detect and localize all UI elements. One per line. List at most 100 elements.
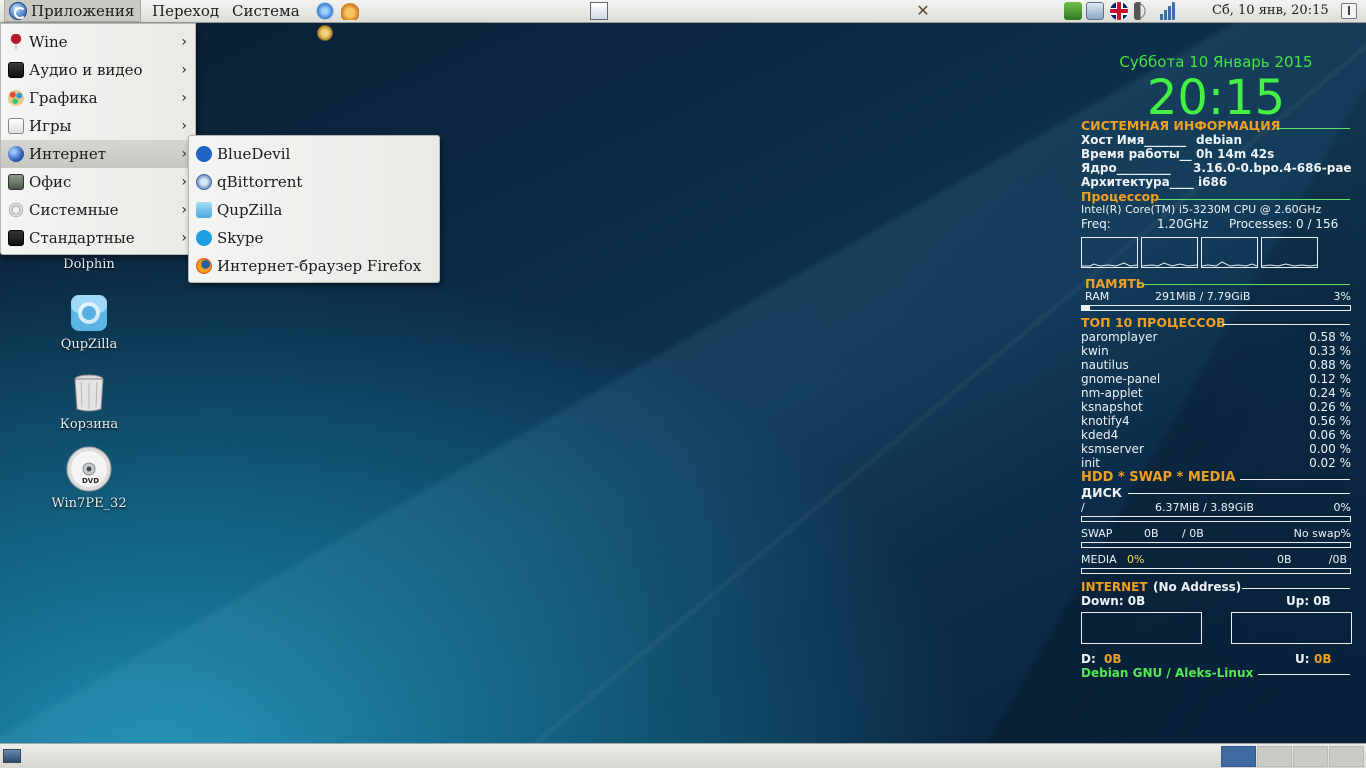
process-row: kwin 0.33 % <box>1081 344 1351 358</box>
network-launcher-icon[interactable] <box>316 2 334 20</box>
system-icon <box>8 202 24 218</box>
chevron-right-icon: › <box>181 146 187 162</box>
system-menu[interactable]: Система <box>226 0 306 22</box>
media-usage-bar <box>1081 568 1351 574</box>
cpu-core-graph <box>1081 237 1138 268</box>
menu-item-office[interactable]: Офис › <box>1 168 195 196</box>
freq-value: 1.20GHz <box>1157 217 1209 231</box>
submenu-item-qupzilla[interactable]: QupZilla <box>189 196 439 224</box>
applications-dropdown: Wine › Аудио и видео › Графика › Игры › … <box>0 23 196 255</box>
menu-item-label: Wine <box>29 33 68 51</box>
process-row: paromplayer 0.58 % <box>1081 330 1351 344</box>
process-name: ksmserver <box>1081 442 1144 456</box>
shutdown-icon[interactable] <box>1341 3 1357 19</box>
process-name: paromplayer <box>1081 330 1158 344</box>
menu-item-wine[interactable]: Wine › <box>1 28 195 56</box>
applications-menu-label: Приложения <box>31 2 135 20</box>
svg-text:DVD: DVD <box>82 477 99 485</box>
menu-item-graphics[interactable]: Графика › <box>1 84 195 112</box>
ram-percent: 3% <box>1333 290 1351 303</box>
storage-title: HDD * SWAP * MEDIA <box>1081 470 1236 485</box>
process-cpu: 0.12 % <box>1309 372 1351 386</box>
menu-item-label: Стандартные <box>29 229 135 247</box>
swap-status: No swap% <box>1293 527 1351 540</box>
network-manager-icon[interactable] <box>1086 2 1104 20</box>
process-row: init 0.02 % <box>1081 456 1351 470</box>
network-total-row: D: 0B U: 0B <box>1081 652 1351 666</box>
menu-item-accessories[interactable]: Стандартные › <box>1 224 195 252</box>
dvd-icon: DVD <box>66 446 112 492</box>
applications-menu[interactable]: Приложения <box>4 0 142 22</box>
volume-icon[interactable] <box>1134 2 1152 20</box>
process-cpu: 0.56 % <box>1309 414 1351 428</box>
swap-label: SWAP <box>1081 527 1113 540</box>
uptime-label: Время работы__ <box>1081 147 1192 161</box>
memory-divider <box>1142 284 1350 285</box>
process-cpu: 0.88 % <box>1309 358 1351 372</box>
cpu-core-graph <box>1201 237 1258 268</box>
show-desktop-button-icon[interactable] <box>3 749 21 763</box>
desktop-icon-qupzilla[interactable]: QupZilla <box>44 293 134 353</box>
root-label: / <box>1081 501 1085 514</box>
conky-footer: Debian GNU / Aleks-Linux <box>1081 666 1254 680</box>
menu-item-label: Аудио и видео <box>29 61 143 79</box>
submenu-item-firefox[interactable]: Интернет-браузер Firefox <box>189 252 439 280</box>
process-cpu: 0.58 % <box>1309 330 1351 344</box>
arch-value: i686 <box>1198 175 1228 189</box>
process-name: nautilus <box>1081 358 1129 372</box>
sysinfo-title: СИСТЕМНАЯ ИНФОРМАЦИЯ <box>1081 118 1281 133</box>
process-cpu: 0.24 % <box>1309 386 1351 400</box>
desktop-icon-win7pe[interactable]: DVD Win7PE_32 <box>44 446 134 512</box>
menu-item-label: Интернет <box>29 145 107 163</box>
disk-divider <box>1128 493 1350 494</box>
sysinfo-divider <box>1276 128 1350 129</box>
host-value: debian <box>1196 133 1243 147</box>
mail-launcher-icon[interactable] <box>340 2 359 20</box>
launcher-icons <box>316 2 382 42</box>
conky-date: Суббота 10 Январь 2015 <box>1119 53 1313 71</box>
ram-usage-bar <box>1081 305 1351 311</box>
desktop-icon-label: Dolphin <box>63 257 115 272</box>
bottom-panel <box>0 743 1366 768</box>
submenu-item-bluedevil[interactable]: BlueDevil <box>189 140 439 168</box>
menu-item-games[interactable]: Игры › <box>1 112 195 140</box>
go-menu[interactable]: Переход <box>146 0 225 22</box>
signal-icon[interactable] <box>1158 2 1176 20</box>
desktop-icon-dolphin[interactable]: Dolphin <box>44 253 134 273</box>
workspace-1[interactable] <box>1221 746 1256 767</box>
tools-icon[interactable]: ✕ <box>913 2 933 20</box>
submenu-item-label: Интернет-браузер Firefox <box>217 257 422 275</box>
menu-item-label: Системные <box>29 201 119 219</box>
process-row: gnome-panel 0.12 % <box>1081 372 1351 386</box>
chevron-right-icon: › <box>181 118 187 134</box>
kernel-row: Ядро_________ 3.16.0-0.bpo.4-686-pae <box>1081 161 1352 175</box>
keyboard-icon[interactable] <box>1064 2 1082 20</box>
workspace-4[interactable] <box>1329 746 1364 767</box>
workspace-2[interactable] <box>1257 746 1292 767</box>
desktop-icon-trash[interactable]: Корзина <box>44 373 134 433</box>
panel-clock[interactable]: Сб, 10 янв, 20:15 <box>1212 0 1329 22</box>
wine-icon <box>8 34 24 50</box>
bluetooth-icon <box>196 146 212 162</box>
workspace-3[interactable] <box>1293 746 1328 767</box>
qupzilla-icon <box>196 202 212 218</box>
menu-item-system[interactable]: Системные › <box>1 196 195 224</box>
submenu-item-skype[interactable]: Skype <box>189 224 439 252</box>
ram-label: RAM <box>1085 290 1110 303</box>
settings-launcher-icon[interactable] <box>316 24 334 42</box>
ram-used: 291MiB / 7.79GiB <box>1155 290 1251 303</box>
menu-item-internet[interactable]: Интернет › <box>1 140 195 168</box>
uk-flag-icon[interactable] <box>1110 2 1128 20</box>
swap-total: / 0B <box>1182 527 1204 540</box>
qbittorrent-icon <box>196 174 212 190</box>
process-name: kwin <box>1081 344 1109 358</box>
upload-total-label: U: <box>1295 652 1310 666</box>
chevron-right-icon: › <box>181 34 187 50</box>
submenu-item-qbittorrent[interactable]: qBittorrent <box>189 168 439 196</box>
memory-title: ПАМЯТЬ <box>1085 276 1146 291</box>
menu-item-audio-video[interactable]: Аудио и видео › <box>1 56 195 84</box>
down-speed: Down: 0B <box>1081 594 1146 608</box>
processes-value: 0 / 156 <box>1296 217 1339 231</box>
show-desktop-icon[interactable] <box>590 2 608 20</box>
games-icon <box>8 118 24 134</box>
